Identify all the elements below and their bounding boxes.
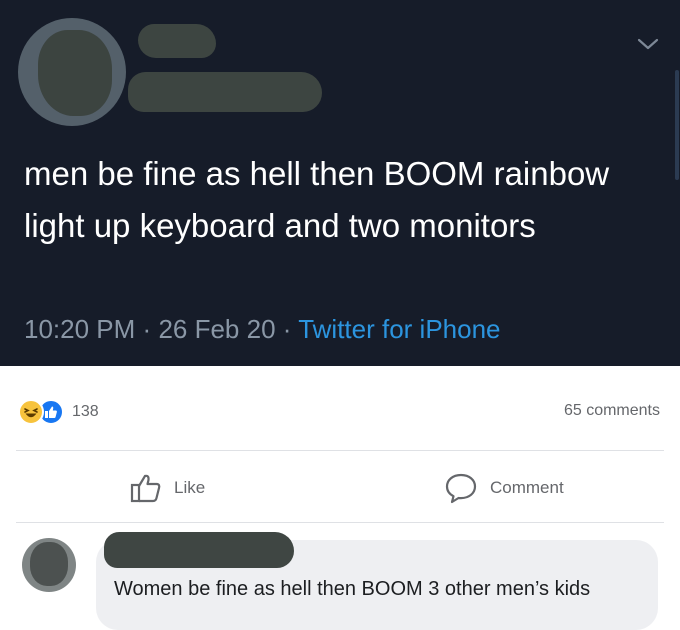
scrollbar[interactable]	[675, 70, 679, 180]
tweet-avatar-redacted[interactable]	[18, 18, 126, 126]
username-redaction	[128, 72, 322, 112]
meta-separator: ·	[282, 314, 292, 344]
commenter-name-redaction	[104, 532, 294, 568]
comment-button[interactable]: Comment	[444, 470, 564, 506]
commenter-avatar-redacted[interactable]	[22, 538, 76, 592]
meta-separator: ·	[142, 314, 152, 344]
like-label: Like	[174, 478, 206, 497]
tweet-source-link[interactable]: Twitter for iPhone	[298, 314, 500, 344]
like-button[interactable]: Like	[130, 470, 205, 506]
divider	[16, 450, 664, 451]
thumbs-up-icon	[130, 474, 161, 503]
avatar-redaction	[30, 542, 68, 586]
tweet-card: men be fine as hell then BOOM rainbow li…	[0, 0, 680, 366]
haha-reaction-icon	[18, 399, 44, 425]
comment-bubble[interactable]: Women be fine as hell then BOOM 3 other …	[96, 532, 658, 630]
comments-count-link[interactable]: 65 comments	[564, 402, 660, 420]
divider	[16, 522, 664, 523]
speech-bubble-icon	[445, 473, 477, 504]
comment-text: Women be fine as hell then BOOM 3 other …	[114, 578, 591, 600]
reactions-summary[interactable]: 138	[18, 398, 99, 426]
tweet-text: men be fine as hell then BOOM rainbow li…	[24, 155, 610, 244]
comment-label: Comment	[490, 478, 564, 497]
reaction-count: 138	[72, 403, 99, 420]
tweet-time: 10:20 PM	[24, 314, 136, 344]
tweet-date: 26 Feb 20	[158, 314, 276, 344]
avatar-redaction	[38, 30, 112, 116]
chevron-down-icon[interactable]	[636, 36, 660, 52]
tweet-meta: 10:20 PM · 26 Feb 20 · Twitter for iPhon…	[24, 314, 501, 345]
display-name-redaction	[138, 24, 216, 58]
